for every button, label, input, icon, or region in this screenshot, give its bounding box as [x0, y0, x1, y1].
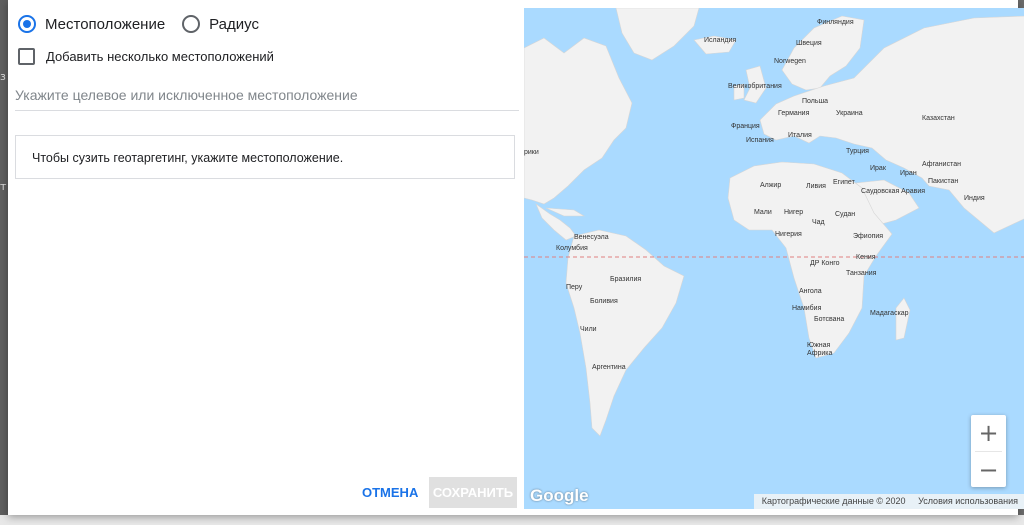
map-label-iceland: Исландия — [704, 37, 736, 44]
map-label-iraq: Ирак — [870, 165, 887, 172]
google-logo: Google — [530, 486, 589, 505]
zoom-in-button[interactable]: + — [971, 415, 1006, 451]
map-terms-link[interactable]: Условия использования — [918, 496, 1018, 506]
map-label-poland: Польша — [802, 98, 828, 105]
hint-text: Чтобы сузить геотаргетинг, укажите место… — [32, 151, 344, 165]
background-glyph: з — [0, 70, 6, 83]
map-label-kenya: Кения — [856, 254, 876, 261]
multi-location-checkbox[interactable] — [18, 48, 35, 65]
map-label-angola: Ангола — [799, 288, 822, 295]
map-label-drc: ДР Конго — [810, 260, 840, 267]
radio-location[interactable] — [18, 15, 36, 33]
map-label-libya: Ливия — [806, 183, 826, 190]
map-label-italy: Италия — [788, 132, 812, 139]
map-label-egypt: Египет — [833, 179, 856, 186]
map-label-chile: Чили — [580, 326, 597, 333]
map-label-namibia: Намибия — [792, 304, 822, 312]
radio-radius[interactable] — [182, 15, 201, 33]
world-map[interactable]: Финляндия Исландия Швеция Norwegen Велик… — [524, 8, 1024, 509]
landmass-north-america — [524, 37, 633, 205]
landmass-greenland — [615, 8, 700, 61]
map-label-finland: Финляндия — [817, 19, 854, 26]
background-page-bottom — [0, 515, 1024, 525]
location-search-input[interactable] — [15, 80, 519, 111]
map-label-turkey: Турция — [846, 148, 869, 155]
map-label-colombia: Колумбия — [556, 244, 588, 252]
map-label-niger: Нигер — [784, 209, 803, 216]
location-form-panel: Местоположение Радиус Добавить несколько… — [8, 0, 524, 515]
map-label-france: Франция — [731, 123, 760, 130]
landmass-south-america — [565, 229, 685, 437]
landmass-madagascar — [895, 297, 911, 341]
multi-location-label[interactable]: Добавить несколько местоположений — [46, 49, 274, 64]
map-label-bolivia: Боливия — [590, 298, 618, 305]
background-page-edge: з т — [0, 0, 8, 525]
map-label-sudan: Судан — [835, 211, 855, 218]
map-label-germany: Германия — [778, 110, 810, 117]
map-label-kazakhstan: Казахстан — [922, 115, 955, 122]
map-label-south-africa-line1: Южная — [807, 342, 831, 349]
zoom-out-button[interactable]: − — [971, 452, 1006, 488]
zoom-controls: + − — [971, 415, 1006, 487]
map-label-sweden: Швеция — [796, 40, 822, 47]
map-label-brazil: Бразилия — [610, 276, 641, 283]
map-label-botswana: Ботсвана — [814, 316, 844, 323]
cancel-button[interactable]: Отмена — [354, 477, 426, 508]
multi-location-row: Добавить несколько местоположений — [18, 48, 274, 65]
map-label-saudi: Саудовская Аравия — [861, 188, 925, 195]
radio-location-label[interactable]: Местоположение — [45, 16, 165, 33]
map-label-ethiopia: Эфиопия — [853, 233, 883, 240]
map-label-algeria: Алжир — [760, 182, 781, 189]
targeting-mode-radio-group: Местоположение Радиус — [18, 13, 259, 35]
map-label-chad: Чад — [812, 219, 825, 226]
map-label-nigeria: Нигерия — [775, 231, 802, 238]
map-label-afghanistan: Афганистан — [922, 161, 961, 168]
map-label-venezuela: Венесуэла — [574, 234, 609, 241]
save-button[interactable]: Сохранить — [429, 477, 517, 508]
map-data-attribution: Картографические данные © 2020 — [761, 496, 906, 506]
map-label-uk: Великобритания — [728, 82, 782, 90]
map-label-india: Индия — [964, 195, 985, 202]
map-attribution: Картографические данные © 2020 Условия и… — [753, 494, 1024, 509]
background-glyph: т — [0, 180, 7, 193]
map-label-argentina: Аргентина — [592, 364, 626, 371]
map-label-america-fragment: рики — [524, 149, 539, 156]
map-label-norway: Norwegen — [774, 58, 806, 65]
map-label-ukraine: Украина — [836, 110, 863, 117]
map-label-madagascar: Мадагаскар — [870, 310, 909, 317]
map-canvas: Финляндия Исландия Швеция Norwegen Велик… — [524, 8, 1024, 437]
map-label-pakistan: Пакистан — [928, 178, 958, 185]
hint-box: Чтобы сузить геотаргетинг, укажите место… — [15, 135, 515, 179]
radio-radius-label[interactable]: Радиус — [209, 16, 259, 33]
map-label-tanzania: Танзания — [846, 270, 877, 277]
location-dialog: Местоположение Радиус Добавить несколько… — [8, 0, 1024, 515]
map-label-south-africa-line2: Африка — [807, 350, 833, 357]
map-label-peru: Перу — [566, 284, 583, 291]
map-label-spain: Испания — [746, 137, 774, 144]
map-label-mali: Мали — [754, 209, 772, 216]
map-label-iran: Иран — [900, 170, 917, 177]
